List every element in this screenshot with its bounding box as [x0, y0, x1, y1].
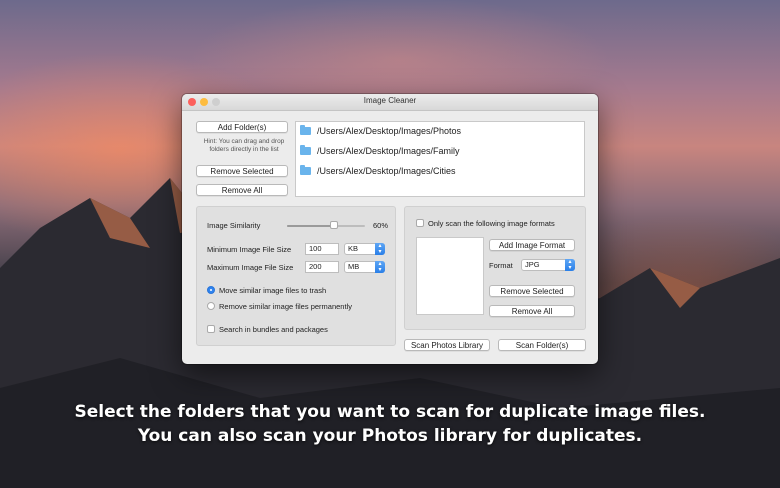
similarity-label: Image Similarity: [207, 221, 261, 230]
move-to-trash-label: Move similar image files to trash: [219, 286, 327, 295]
max-size-unit-value: MB: [348, 262, 360, 271]
max-size-label: Maximum Image File Size: [207, 263, 294, 272]
scan-options-panel: Image Similarity 60% Minimum Image File …: [196, 206, 396, 346]
max-size-input[interactable]: 200: [305, 261, 339, 273]
caption-line-2: You can also scan your Photos library fo…: [137, 426, 643, 446]
search-bundles-label: Search in bundles and packages: [219, 325, 328, 334]
list-item[interactable]: /Users/Alex/Desktop/Images/Photos: [300, 123, 461, 139]
remove-selected-format-button[interactable]: Remove Selected: [489, 285, 575, 297]
title-bar: Image Cleaner: [182, 94, 598, 111]
remove-selected-folder-button[interactable]: Remove Selected: [196, 165, 288, 177]
min-size-input[interactable]: 100: [305, 243, 339, 255]
min-size-unit-value: KB: [348, 244, 359, 253]
add-image-format-button[interactable]: Add Image Format: [489, 239, 575, 251]
folder-icon: [300, 165, 311, 175]
remove-permanently-label: Remove similar image files permanently: [219, 302, 352, 311]
folder-path: /Users/Alex/Desktop/Images/Cities: [317, 166, 456, 176]
list-item[interactable]: /Users/Alex/Desktop/Images/Family: [300, 143, 460, 159]
chevron-updown-icon: ▴ ▾: [375, 243, 385, 255]
window-title: Image Cleaner: [363, 96, 417, 105]
format-value: JPG: [525, 260, 540, 269]
format-label: Format: [489, 261, 513, 270]
min-size-label: Minimum Image File Size: [207, 245, 292, 254]
folder-icon: [300, 125, 311, 135]
image-format-list[interactable]: [416, 237, 484, 315]
remove-all-formats-button[interactable]: Remove All: [489, 305, 575, 317]
remove-all-folders-button[interactable]: Remove All: [196, 184, 288, 196]
drag-drop-hint: Hint: You can drag and drop folders dire…: [203, 138, 285, 153]
scan-photos-library-button[interactable]: Scan Photos Library: [404, 339, 490, 351]
chevron-updown-icon: ▴ ▾: [375, 261, 385, 273]
list-item[interactable]: /Users/Alex/Desktop/Images/Cities: [300, 163, 456, 179]
max-size-unit-select[interactable]: MB ▴ ▾: [344, 261, 385, 273]
folder-list[interactable]: /Users/Alex/Desktop/Images/Photos /Users…: [295, 121, 585, 197]
chevron-updown-icon: ▴ ▾: [565, 259, 575, 271]
remove-permanently-radio[interactable]: [207, 302, 215, 310]
image-formats-panel: Only scan the following image formats Ad…: [404, 206, 586, 330]
image-cleaner-window: Image Cleaner Add Folder(s) Hint: You ca…: [182, 94, 598, 364]
only-scan-formats-label: Only scan the following image formats: [428, 219, 555, 228]
folder-path: /Users/Alex/Desktop/Images/Family: [317, 146, 460, 156]
format-select[interactable]: JPG ▴ ▾: [521, 259, 575, 271]
scan-folders-button[interactable]: Scan Folder(s): [498, 339, 586, 351]
min-size-unit-select[interactable]: KB ▴ ▾: [344, 243, 385, 255]
caption-line-1: Select the folders that you want to scan…: [74, 402, 706, 422]
similarity-slider-handle[interactable]: [329, 221, 338, 229]
similarity-slider[interactable]: [287, 221, 365, 229]
add-folders-button[interactable]: Add Folder(s): [196, 121, 288, 133]
similarity-slider-fill: [287, 225, 334, 227]
only-scan-formats-checkbox[interactable]: [416, 219, 424, 227]
search-bundles-checkbox[interactable]: [207, 325, 215, 333]
folder-icon: [300, 145, 311, 155]
move-to-trash-radio[interactable]: [207, 286, 215, 294]
similarity-value: 60%: [373, 221, 389, 230]
folder-path: /Users/Alex/Desktop/Images/Photos: [317, 126, 462, 136]
